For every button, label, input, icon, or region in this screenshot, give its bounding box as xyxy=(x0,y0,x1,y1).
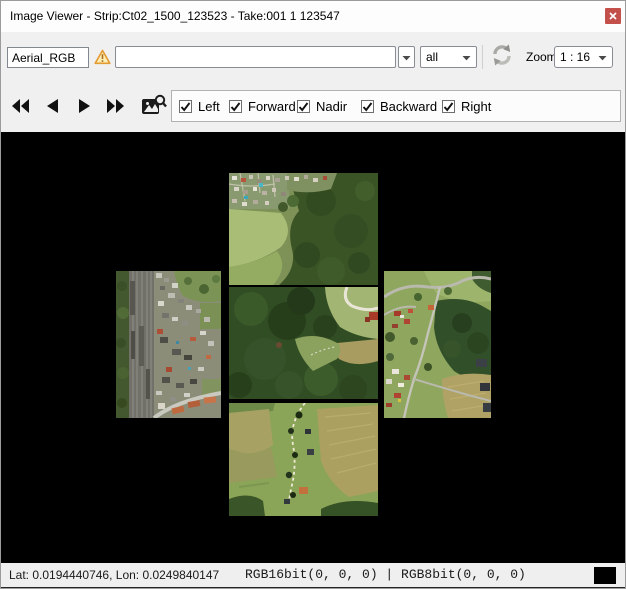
aerial-image-backward[interactable] xyxy=(229,403,378,516)
right-arrow-icon xyxy=(79,99,90,113)
first-image-button[interactable] xyxy=(11,98,29,113)
image-select[interactable] xyxy=(115,46,396,68)
double-right-arrow-icon xyxy=(107,99,124,113)
aerial-image-forward[interactable] xyxy=(229,173,378,285)
checkbox-checked-icon xyxy=(229,100,242,113)
title-bar: Image Viewer - Strip:Ct02_1500_123523 - … xyxy=(1,1,625,32)
refresh-icon xyxy=(490,43,514,72)
checkbox-left-view[interactable]: Left xyxy=(179,99,220,114)
checkbox-checked-icon xyxy=(442,100,455,113)
last-image-button[interactable] xyxy=(106,98,124,113)
close-button[interactable] xyxy=(605,8,621,24)
image-select-arrow[interactable] xyxy=(398,46,415,68)
warning-icon xyxy=(94,49,111,65)
checkbox-label: Nadir xyxy=(316,99,347,114)
sensor-name-input[interactable] xyxy=(7,47,89,68)
checkbox-label: Backward xyxy=(380,99,437,114)
zoom-label: Zoom xyxy=(526,47,557,68)
toolbar-separator xyxy=(482,45,483,69)
checkbox-label: Right xyxy=(461,99,491,114)
checkbox-label: Left xyxy=(198,99,220,114)
lat-lon-readout: Lat: 0.0194440746, Lon: 0.0249840147 xyxy=(9,563,219,587)
aerial-image-left[interactable] xyxy=(116,271,221,418)
image-search-icon xyxy=(141,105,167,122)
filter-select[interactable]: all xyxy=(420,46,477,68)
pixel-color-swatch xyxy=(594,567,616,584)
zoom-select[interactable]: 1 : 16 xyxy=(554,46,613,68)
zoom-select-value: 1 : 16 xyxy=(560,50,594,64)
checkbox-nadir-view[interactable]: Nadir xyxy=(297,99,347,114)
status-bar: Lat: 0.0194440746, Lon: 0.0249840147 RGB… xyxy=(1,563,626,587)
chevron-down-icon xyxy=(598,50,607,64)
chevron-down-icon xyxy=(402,48,411,66)
rgb-pixel-readout: RGB16bit(0, 0, 0) | RGB8bit(0, 0, 0) xyxy=(245,563,526,587)
filter-select-value: all xyxy=(426,50,458,64)
previous-image-button[interactable] xyxy=(43,98,61,113)
checkbox-right-view[interactable]: Right xyxy=(442,99,491,114)
aerial-image-right[interactable] xyxy=(384,271,491,418)
checkbox-label: Forward xyxy=(248,99,296,114)
aerial-image-nadir[interactable] xyxy=(229,287,378,399)
camera-view-toggle-group: Left Forward Nadir Backward xyxy=(171,90,621,122)
chevron-down-icon xyxy=(462,50,471,64)
left-arrow-icon xyxy=(47,99,58,113)
window-title: Image Viewer - Strip:Ct02_1500_123523 - … xyxy=(10,1,340,32)
close-icon xyxy=(609,7,617,25)
checkbox-forward-view[interactable]: Forward xyxy=(229,99,296,114)
checkbox-checked-icon xyxy=(361,100,374,113)
next-image-button[interactable] xyxy=(75,98,93,113)
checkbox-backward-view[interactable]: Backward xyxy=(361,99,437,114)
image-viewer-canvas[interactable] xyxy=(1,132,626,563)
toolbar: all Zoom 1 : 16 xyxy=(1,32,625,132)
double-left-arrow-icon xyxy=(12,99,29,113)
image-search-button[interactable] xyxy=(141,93,167,118)
checkbox-checked-icon xyxy=(297,100,310,113)
image-viewer-window: Image Viewer - Strip:Ct02_1500_123523 - … xyxy=(0,0,626,589)
refresh-button[interactable] xyxy=(489,44,515,70)
checkbox-checked-icon xyxy=(179,100,192,113)
